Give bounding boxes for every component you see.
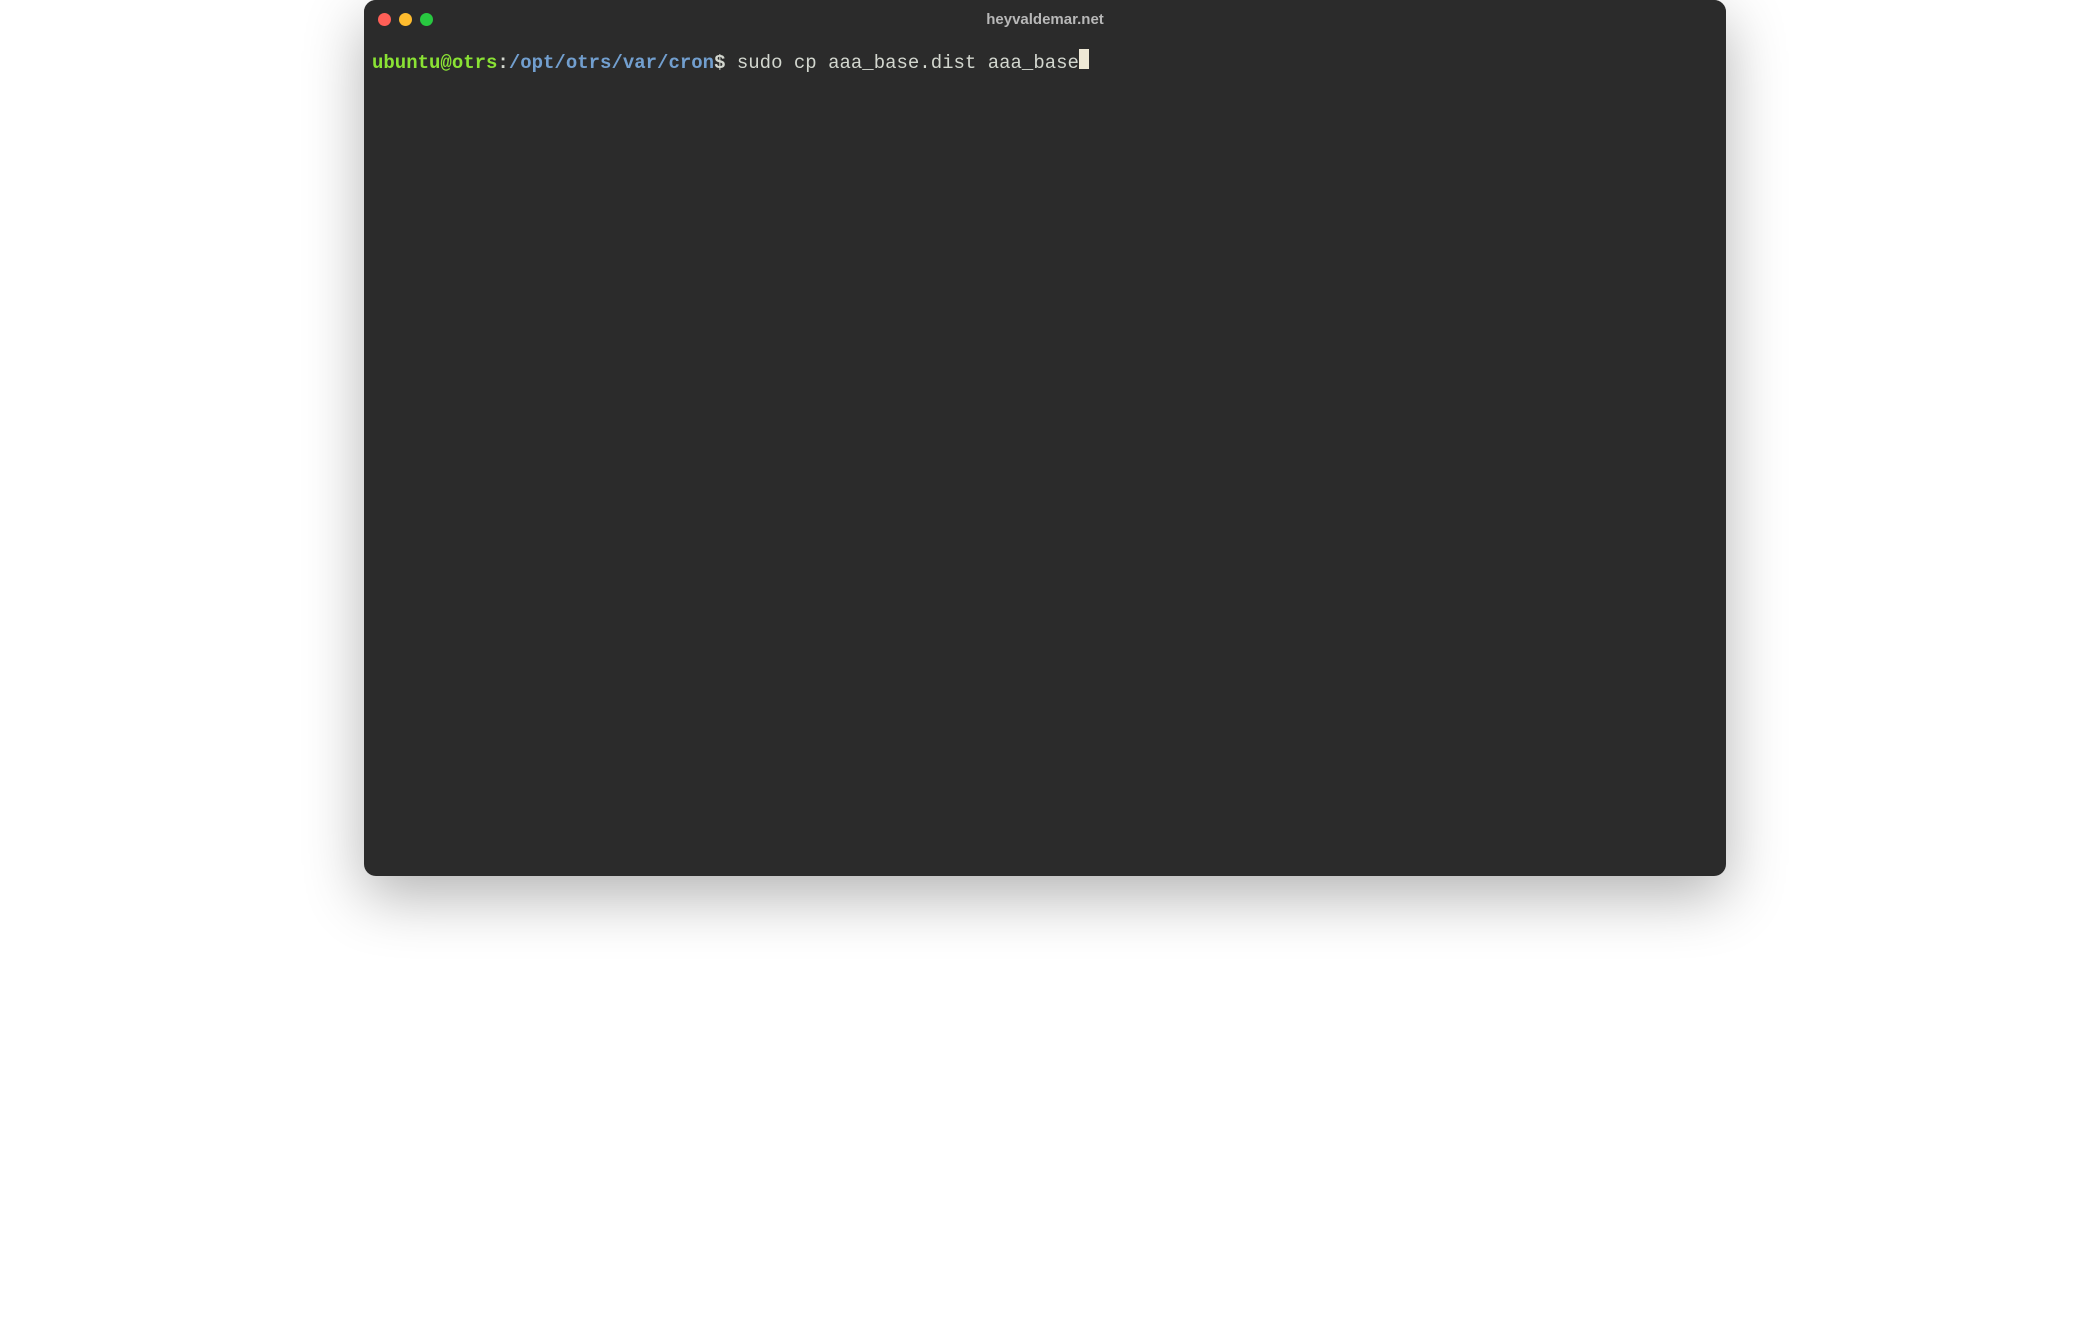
cursor-icon <box>1079 49 1089 69</box>
maximize-button[interactable] <box>420 13 433 26</box>
prompt-user-host: ubuntu@otrs <box>372 50 497 77</box>
prompt-symbol: $ <box>714 50 725 77</box>
minimize-button[interactable] <box>399 13 412 26</box>
title-bar: heyvaldemar.net <box>364 0 1726 38</box>
command-input[interactable]: sudo cp aaa_base.dist aaa_base <box>725 50 1078 77</box>
window-title: heyvaldemar.net <box>986 11 1104 28</box>
prompt-path: /opt/otrs/var/cron <box>509 50 714 77</box>
close-button[interactable] <box>378 13 391 26</box>
terminal-body[interactable]: ubuntu@otrs:/opt/otrs/var/cron$ sudo cp … <box>364 38 1726 876</box>
traffic-lights <box>378 13 433 26</box>
prompt-line: ubuntu@otrs:/opt/otrs/var/cron$ sudo cp … <box>372 48 1718 77</box>
prompt-separator: : <box>497 50 508 77</box>
terminal-window: heyvaldemar.net ubuntu@otrs:/opt/otrs/va… <box>364 0 1726 876</box>
